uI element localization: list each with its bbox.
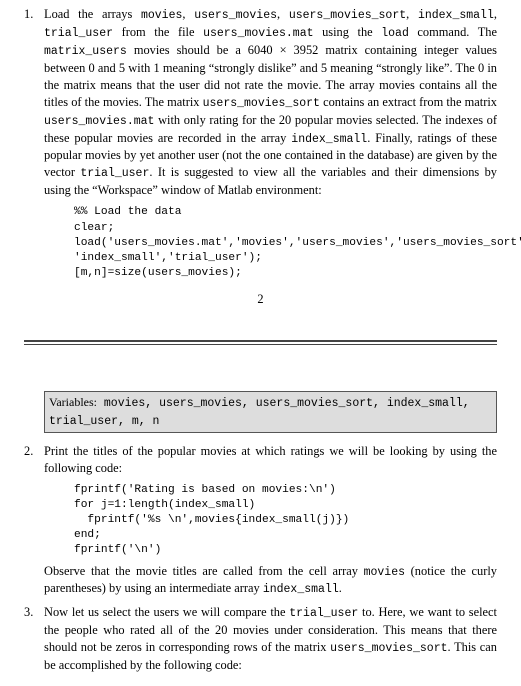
- code-inline: trial_user: [44, 27, 113, 40]
- code-inline: users_movies: [194, 9, 277, 22]
- code-inline: movies: [364, 566, 405, 579]
- text: ,: [406, 7, 418, 21]
- document-page: 1. Load the arrays movies, users_movies,…: [0, 0, 521, 686]
- item-number: 2.: [24, 443, 33, 460]
- list-item-2: 2. Print the titles of the popular movie…: [24, 443, 497, 598]
- text: Load the arrays: [44, 7, 141, 21]
- code-inline: users_movies_sort: [330, 642, 447, 655]
- variables-box-wrapper: Variables: movies, users_movies, users_m…: [44, 391, 497, 443]
- list-item-3: 3. Now let us select the users we will c…: [24, 604, 497, 674]
- text: ,: [182, 7, 194, 21]
- text: ,: [494, 7, 497, 21]
- code-block-print: fprintf('Rating is based on movies:\n') …: [74, 483, 497, 559]
- variables-list: movies, users_movies, users_movies_sort,…: [49, 397, 470, 428]
- item-number: 1.: [24, 6, 33, 23]
- item-3-paragraph: Now let us select the users we will comp…: [44, 604, 497, 674]
- code-inline: users_movies.mat: [44, 115, 154, 128]
- code-inline: index_small: [291, 133, 367, 146]
- code-inline: users_movies_sort: [289, 9, 406, 22]
- code-inline: users_movies.mat: [203, 27, 313, 40]
- item-2-paragraph-1: Print the titles of the popular movies a…: [44, 443, 497, 477]
- item-number: 3.: [24, 604, 33, 621]
- code-inline: index_small: [418, 9, 494, 22]
- text: Observe that the movie titles are called…: [44, 564, 364, 578]
- text: Now let us select the users we will comp…: [44, 605, 289, 619]
- text: .: [339, 581, 342, 595]
- text: contains an extract from the matrix: [320, 95, 497, 109]
- text: using the: [314, 25, 382, 39]
- text: ,: [277, 7, 289, 21]
- variables-box: Variables: movies, users_movies, users_m…: [44, 391, 497, 433]
- code-inline: load: [381, 27, 409, 40]
- text: command. The: [409, 25, 497, 39]
- list-item-1: 1. Load the arrays movies, users_movies,…: [24, 6, 497, 281]
- text: from the file: [113, 25, 203, 39]
- ordered-list: 1. Load the arrays movies, users_movies,…: [24, 6, 497, 281]
- code-block-load: %% Load the data clear; load('users_movi…: [74, 205, 497, 281]
- variables-label: Variables:: [49, 395, 97, 409]
- code-inline: users_movies_sort: [203, 97, 320, 110]
- divider-thin: [24, 344, 497, 345]
- item-1-paragraph: Load the arrays movies, users_movies, us…: [44, 6, 497, 199]
- code-inline: index_small: [263, 583, 339, 596]
- page-number: 2: [24, 291, 497, 308]
- code-inline: trial_user: [80, 167, 149, 180]
- code-inline: trial_user: [289, 607, 358, 620]
- code-inline: matrix_users: [44, 45, 127, 58]
- code-inline: movies: [141, 9, 182, 22]
- item-2-paragraph-2: Observe that the movie titles are called…: [44, 563, 497, 599]
- ordered-list-cont: 2. Print the titles of the popular movie…: [24, 443, 497, 674]
- divider-thick: [24, 340, 497, 342]
